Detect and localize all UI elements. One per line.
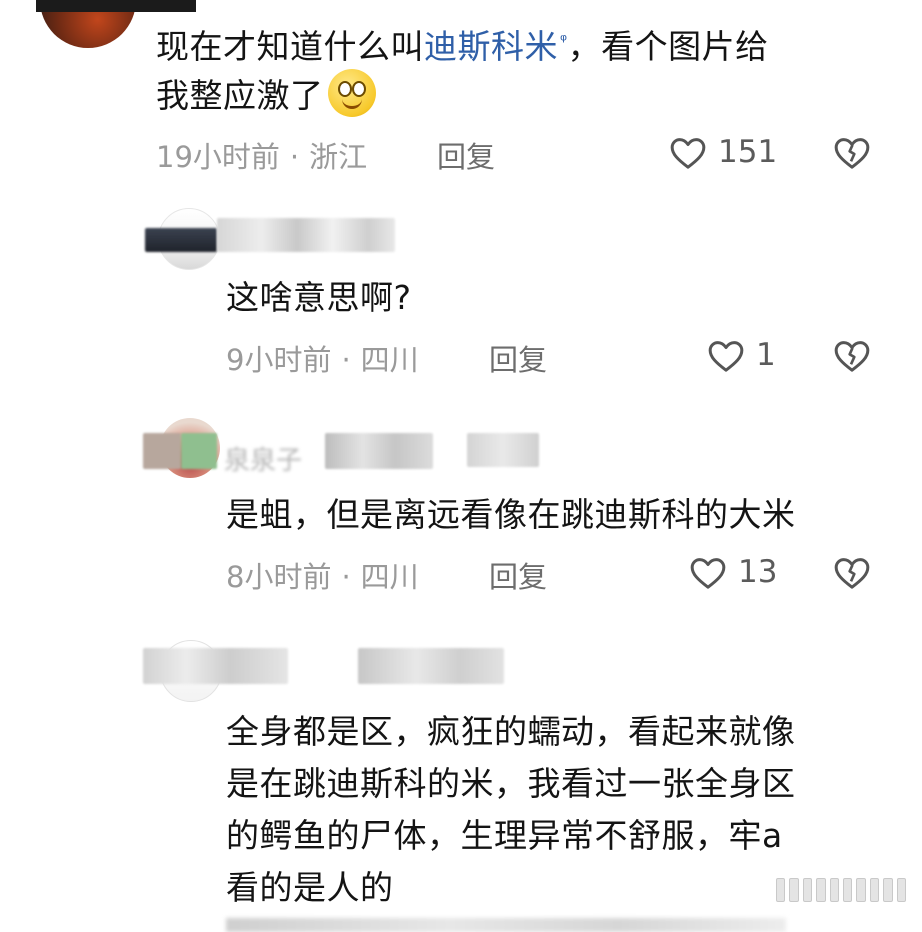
separator: · — [289, 140, 300, 174]
comment-meta: 8小时前 · 四川 — [226, 554, 419, 596]
like-button[interactable] — [688, 553, 728, 593]
location: 四川 — [360, 560, 419, 594]
comment-text-line: 的鳄鱼的尸体，生理异常不舒服，牢a — [226, 816, 783, 855]
smile-emoji-icon — [327, 69, 376, 117]
avatar-redacted — [145, 228, 217, 252]
username-redacted — [325, 433, 433, 469]
comment-text-segment: ，看个图片给 — [567, 27, 769, 66]
heart-outline-icon — [690, 558, 726, 589]
comment-text: 现在才知道什么叫迪斯科米 ᵠ，看个图片给 — [156, 14, 769, 74]
separator: · — [341, 560, 351, 594]
comment-text: 这啥意思啊? — [226, 278, 412, 317]
comment-meta: 9小时前 · 四川 — [226, 337, 419, 379]
separator: · — [341, 343, 351, 377]
reply-button[interactable]: 回复 — [437, 134, 495, 176]
watermark — [776, 876, 907, 904]
username-redacted — [217, 218, 395, 252]
heart-outline-icon — [670, 138, 706, 169]
comment-text-line: 是在跳迪斯科的米，我看过一张全身区 — [226, 764, 796, 803]
dislike-button[interactable] — [832, 553, 872, 593]
like-button[interactable] — [706, 336, 746, 376]
username-redacted — [358, 648, 504, 684]
username-redacted — [467, 433, 539, 467]
username-redacted — [143, 648, 288, 684]
search-icon: ᵠ — [560, 31, 568, 51]
dislike-button[interactable] — [832, 133, 872, 173]
timestamp: 8小时前 — [226, 560, 332, 594]
like-count: 151 — [718, 134, 778, 170]
broken-heart-icon — [834, 138, 870, 169]
location: 四川 — [360, 343, 419, 377]
like-button[interactable] — [668, 133, 708, 173]
reply-button[interactable]: 回复 — [489, 554, 547, 596]
comment-meta: 19小时前 · 浙江 — [156, 134, 367, 176]
timestamp: 19小时前 — [156, 140, 280, 174]
reply-button[interactable]: 回复 — [489, 337, 547, 379]
comment-text-segment: 我整应激了 — [156, 76, 324, 115]
location: 浙江 — [309, 140, 368, 174]
avatar-redacted — [143, 433, 181, 469]
like-count: 1 — [756, 337, 776, 373]
heart-outline-icon — [708, 341, 744, 372]
username-redacted — [36, 0, 196, 12]
search-link[interactable]: 迪斯科米 ᵠ — [424, 27, 568, 66]
comment-text-segment: 现在才知道什么叫 — [156, 27, 424, 66]
comment-text-line: 看的是人的 — [226, 868, 394, 907]
avatar-redacted — [181, 433, 217, 469]
broken-heart-icon — [834, 341, 870, 372]
username[interactable]: 泉泉子 — [224, 440, 302, 477]
search-link-label: 迪斯科米 — [424, 27, 558, 66]
like-count: 13 — [738, 554, 778, 590]
comment-text: 是蛆，但是离远看像在跳迪斯科的大米 — [226, 495, 796, 534]
timestamp: 9小时前 — [226, 343, 332, 377]
comment-text: 我整应激了 — [156, 68, 376, 123]
broken-heart-icon — [834, 558, 870, 589]
dislike-button[interactable] — [832, 336, 872, 376]
comment-text-line: 全身都是区，疯狂的蠕动，看起来就像 — [226, 712, 796, 751]
